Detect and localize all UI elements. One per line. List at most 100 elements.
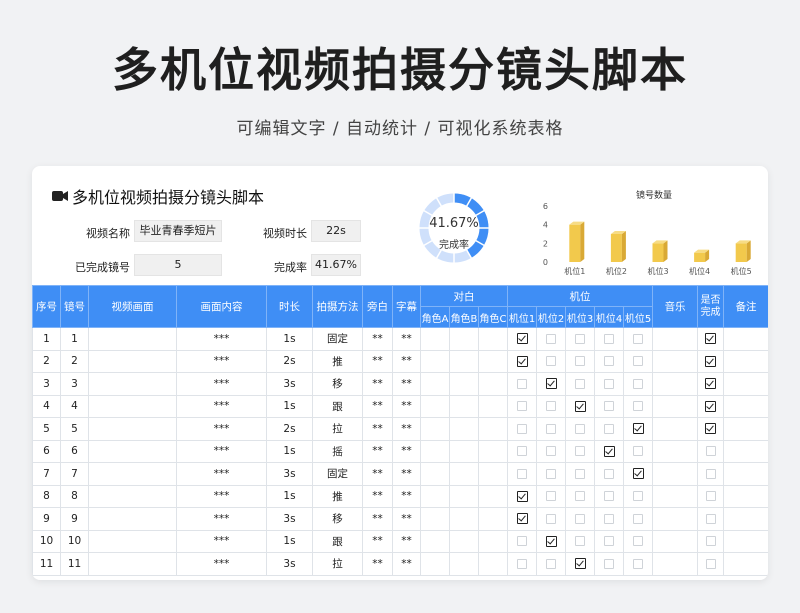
camera-1-checkbox[interactable] [517, 468, 528, 479]
cell-note[interactable] [723, 349, 768, 373]
cell-duration[interactable]: 1s [266, 439, 313, 463]
camera-2-checkbox[interactable] [546, 401, 557, 412]
duration-field[interactable]: 22s [311, 220, 361, 242]
cell-role-b[interactable] [449, 327, 479, 351]
camera-1-checkbox[interactable] [517, 446, 528, 457]
cell-content[interactable]: *** [176, 529, 267, 553]
camera-5-checkbox[interactable] [633, 558, 644, 569]
cell-note[interactable] [723, 439, 768, 463]
cell-frame[interactable] [88, 394, 177, 418]
cell-content[interactable]: *** [176, 507, 267, 531]
cell-frame[interactable] [88, 552, 177, 576]
camera-4-checkbox[interactable] [604, 558, 615, 569]
camera-2-checkbox[interactable] [546, 558, 557, 569]
cell-note[interactable] [723, 529, 768, 553]
cell-content[interactable]: *** [176, 372, 267, 396]
done-checkbox[interactable] [705, 378, 717, 390]
cell-note[interactable] [723, 327, 768, 351]
camera-2-checkbox[interactable] [546, 468, 557, 479]
cell-method[interactable]: 固定 [312, 462, 363, 486]
camera-2-checkbox[interactable] [545, 378, 557, 390]
camera-3-checkbox[interactable] [575, 333, 586, 344]
cell-content[interactable]: *** [176, 394, 267, 418]
cell-subtitle[interactable]: ** [392, 394, 421, 418]
camera-1-checkbox[interactable] [517, 401, 528, 412]
cell-role-c[interactable] [477, 439, 509, 463]
cell-role-c[interactable] [477, 529, 509, 553]
cell-voiceover[interactable]: ** [362, 349, 393, 373]
cell-voiceover[interactable]: ** [362, 462, 393, 486]
camera-1-checkbox[interactable] [517, 536, 528, 547]
cell-note[interactable] [723, 394, 768, 418]
cell-role-c[interactable] [477, 394, 509, 418]
camera-1-checkbox[interactable] [517, 558, 528, 569]
cell-content[interactable]: *** [176, 439, 267, 463]
cell-music[interactable] [652, 394, 699, 418]
camera-5-checkbox[interactable] [633, 333, 644, 344]
camera-2-checkbox[interactable] [546, 356, 557, 367]
cell-method[interactable]: 移 [312, 507, 363, 531]
cell-role-a[interactable] [420, 462, 450, 486]
camera-1-checkbox[interactable] [516, 333, 528, 345]
camera-3-checkbox[interactable] [575, 491, 586, 502]
cell-duration[interactable]: 1s [266, 529, 313, 553]
cell-role-a[interactable] [420, 507, 450, 531]
cell-frame[interactable] [88, 439, 177, 463]
cell-note[interactable] [723, 507, 768, 531]
cell-subtitle[interactable]: ** [392, 439, 421, 463]
camera-4-checkbox[interactable] [604, 468, 615, 479]
cell-role-c[interactable] [477, 552, 509, 576]
cell-content[interactable]: *** [176, 327, 267, 351]
done-checkbox[interactable] [705, 491, 716, 502]
done-shots-field[interactable]: 5 [134, 254, 222, 276]
video-name-field[interactable]: 毕业青春季短片 [134, 220, 222, 242]
camera-2-checkbox[interactable] [546, 491, 557, 502]
cell-role-b[interactable] [449, 552, 479, 576]
cell-voiceover[interactable]: ** [362, 372, 393, 396]
cell-role-c[interactable] [477, 484, 509, 508]
cell-role-c[interactable] [477, 507, 509, 531]
cell-role-b[interactable] [449, 507, 479, 531]
cell-role-a[interactable] [420, 327, 450, 351]
camera-5-checkbox[interactable] [633, 446, 644, 457]
camera-5-checkbox[interactable] [633, 378, 644, 389]
camera-3-checkbox[interactable] [575, 513, 586, 524]
camera-3-checkbox[interactable] [575, 356, 586, 367]
cell-subtitle[interactable]: ** [392, 349, 421, 373]
cell-content[interactable]: *** [176, 484, 267, 508]
camera-2-checkbox[interactable] [546, 513, 557, 524]
cell-role-a[interactable] [420, 349, 450, 373]
cell-music[interactable] [652, 417, 699, 441]
cell-duration[interactable]: 1s [266, 327, 313, 351]
cell-voiceover[interactable]: ** [362, 484, 393, 508]
camera-4-checkbox[interactable] [604, 491, 615, 502]
cell-duration[interactable]: 1s [266, 484, 313, 508]
cell-music[interactable] [652, 484, 699, 508]
cell-note[interactable] [723, 462, 768, 486]
cell-subtitle[interactable]: ** [392, 372, 421, 396]
cell-duration[interactable]: 2s [266, 349, 313, 373]
camera-3-checkbox[interactable] [574, 400, 586, 412]
cell-frame[interactable] [88, 349, 177, 373]
done-checkbox[interactable] [705, 423, 717, 435]
cell-frame[interactable] [88, 462, 177, 486]
cell-role-a[interactable] [420, 417, 450, 441]
cell-music[interactable] [652, 507, 699, 531]
cell-content[interactable]: *** [176, 552, 267, 576]
cell-duration[interactable]: 2s [266, 417, 313, 441]
camera-4-checkbox[interactable] [604, 536, 615, 547]
camera-3-checkbox[interactable] [574, 558, 586, 570]
done-checkbox[interactable] [705, 333, 717, 345]
cell-content[interactable]: *** [176, 417, 267, 441]
cell-method[interactable]: 跟 [312, 394, 363, 418]
cell-method[interactable]: 摇 [312, 439, 363, 463]
cell-music[interactable] [652, 439, 699, 463]
cell-role-a[interactable] [420, 552, 450, 576]
cell-method[interactable]: 推 [312, 484, 363, 508]
camera-1-checkbox[interactable] [516, 490, 528, 502]
camera-3-checkbox[interactable] [575, 468, 586, 479]
cell-role-b[interactable] [449, 529, 479, 553]
cell-content[interactable]: *** [176, 349, 267, 373]
cell-role-a[interactable] [420, 439, 450, 463]
cell-duration[interactable]: 3s [266, 372, 313, 396]
